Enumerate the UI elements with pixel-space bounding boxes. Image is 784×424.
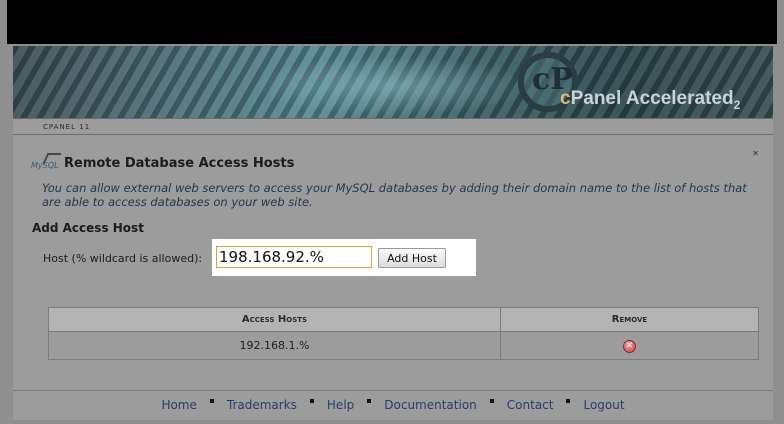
footer-link-trademarks[interactable]: Trademarks <box>227 398 297 412</box>
access-host-cell: 192.168.1.% <box>48 331 501 360</box>
access-hosts-column-header: Access Hosts <box>48 307 501 332</box>
footer-separator <box>489 399 494 403</box>
table-row: 192.168.1.% ✕ <box>48 331 759 360</box>
top-black-bar <box>7 0 777 47</box>
breadcrumb-bar: CPANEL 11 <box>13 123 773 135</box>
remove-x-icon[interactable]: ✕ <box>623 340 636 353</box>
header-banner: cP cPanel Accelerated2 <box>13 46 773 118</box>
page-description: You can allow external web servers to ac… <box>42 181 747 209</box>
footer-link-home[interactable]: Home <box>161 398 196 412</box>
footer-separator <box>309 399 314 403</box>
remove-column-header: Remove <box>500 307 759 332</box>
cpanel-logo-text: cPanel Accelerated2 <box>560 88 741 112</box>
footer-link-logout[interactable]: Logout <box>583 398 624 412</box>
add-access-host-heading: Add Access Host <box>32 221 144 235</box>
footer-separator <box>209 399 214 403</box>
close-icon[interactable]: ✕ <box>752 149 759 158</box>
footer-link-help[interactable]: Help <box>327 398 354 412</box>
remove-cell: ✕ <box>500 331 759 360</box>
host-field-label: Host (% wildcard is allowed): <box>43 252 203 265</box>
access-hosts-table: Access Hosts Remove 192.168.1.% ✕ <box>48 307 759 360</box>
title-row: MySQL Remote Database Access Hosts <box>31 153 294 173</box>
mysql-icon: MySQL <box>31 153 62 173</box>
footer-links: Home Trademarks Help Documentation Conta… <box>13 398 773 412</box>
footer-separator <box>367 399 372 403</box>
host-input[interactable] <box>216 246 372 268</box>
breadcrumb[interactable]: CPANEL 11 <box>43 123 90 131</box>
cpanel-logo: cP cPanel Accelerated2 <box>518 52 768 114</box>
footer: Home Trademarks Help Documentation Conta… <box>13 390 773 420</box>
page-title: Remote Database Access Hosts <box>64 155 295 171</box>
table-header-row: Access Hosts Remove <box>48 307 759 332</box>
footer-separator <box>566 399 571 403</box>
footer-link-documentation[interactable]: Documentation <box>384 398 477 412</box>
footer-link-contact[interactable]: Contact <box>507 398 554 412</box>
banner-world-map <box>253 56 533 116</box>
add-host-button[interactable]: Add Host <box>378 248 446 268</box>
